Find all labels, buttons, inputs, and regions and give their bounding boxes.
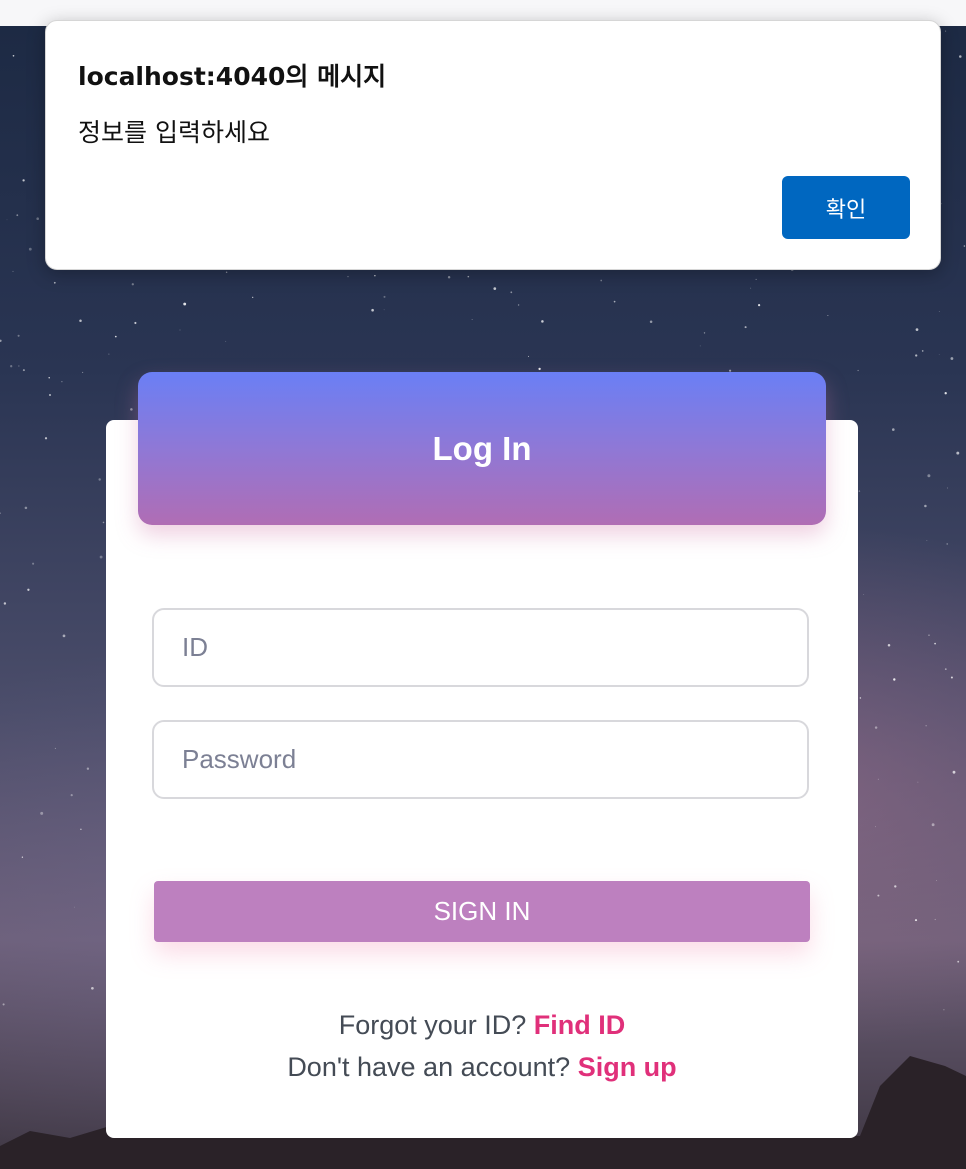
dialog-title: localhost:4040의 메시지 (78, 62, 387, 91)
alert-dialog: localhost:4040의 메시지 정보를 입력하세요 확인 (45, 20, 941, 270)
dialog-ok-button[interactable]: 확인 (782, 176, 910, 239)
password-input[interactable] (152, 720, 809, 799)
sign-in-button[interactable]: SIGN IN (154, 881, 810, 942)
no-account-text: Don't have an account? (287, 1052, 571, 1082)
dialog-message: 정보를 입력하세요 (78, 118, 270, 147)
sign-up-link[interactable]: Sign up (578, 1052, 677, 1082)
signup-line: Don't have an account? Sign up (106, 1052, 858, 1083)
login-header: Log In (138, 372, 826, 525)
forgot-id-line: Forgot your ID? Find ID (106, 1010, 858, 1041)
find-id-link[interactable]: Find ID (534, 1010, 625, 1040)
id-input[interactable] (152, 608, 809, 687)
forgot-id-text: Forgot your ID? (338, 1010, 527, 1040)
login-title: Log In (432, 429, 532, 467)
